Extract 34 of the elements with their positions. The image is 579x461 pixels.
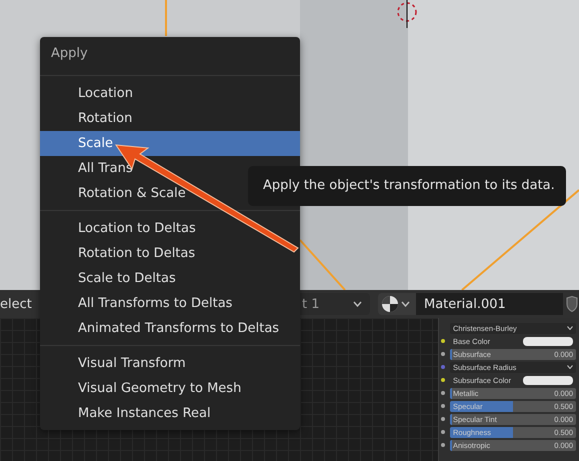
menu-item[interactable]: Location bbox=[40, 81, 300, 106]
socket-dot[interactable] bbox=[441, 339, 445, 343]
menu-item[interactable]: Animated Transforms to Deltas bbox=[40, 316, 300, 341]
material-preview-button[interactable] bbox=[378, 293, 416, 315]
caret-icon bbox=[567, 365, 573, 369]
color-swatch[interactable] bbox=[523, 376, 573, 384]
slot-dropdown[interactable]: t 1 bbox=[300, 293, 370, 315]
caret-icon bbox=[353, 301, 362, 307]
socket-dot[interactable] bbox=[441, 417, 445, 421]
socket-dot[interactable] bbox=[441, 430, 445, 434]
menu-item[interactable]: Rotation to Deltas bbox=[40, 241, 300, 266]
caret-icon bbox=[567, 326, 573, 330]
socket-dot[interactable] bbox=[441, 391, 445, 395]
shield-icon[interactable] bbox=[566, 296, 578, 312]
sphere-icon bbox=[381, 295, 399, 313]
socket-dot[interactable] bbox=[441, 443, 445, 447]
menu-item[interactable]: All Transforms to Deltas bbox=[40, 291, 300, 316]
tooltip: Apply the object's transformation to its data. bbox=[248, 166, 566, 206]
socket-dot[interactable] bbox=[441, 404, 445, 408]
menu-item[interactable]: Make Instances Real bbox=[40, 401, 300, 426]
menu-item[interactable]: Location to Deltas bbox=[40, 216, 300, 241]
menu-item[interactable]: Visual Transform bbox=[40, 351, 300, 376]
menu-item[interactable]: Visual Geometry to Mesh bbox=[40, 376, 300, 401]
select-menu[interactable]: elect bbox=[0, 296, 40, 312]
menu-item[interactable]: Scale bbox=[40, 131, 300, 156]
color-swatch[interactable] bbox=[523, 336, 573, 346]
socket-dot[interactable] bbox=[441, 378, 445, 382]
menu-item[interactable]: Rotation bbox=[40, 106, 300, 131]
socket-dot[interactable] bbox=[441, 352, 445, 356]
material-name-field[interactable]: Material.001 bbox=[416, 293, 563, 315]
menu-item[interactable]: Scale to Deltas bbox=[40, 266, 300, 291]
menu-title: Apply bbox=[50, 45, 89, 63]
socket-dot[interactable] bbox=[441, 365, 445, 369]
caret-icon bbox=[401, 301, 410, 307]
